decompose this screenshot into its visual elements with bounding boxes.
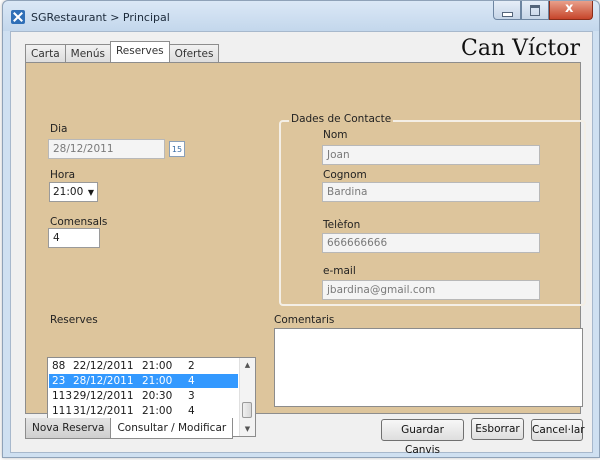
chevron-down-icon: ▼ xyxy=(87,188,94,197)
reserve-time: 21:00 xyxy=(142,360,173,372)
list-item[interactable]: 88 22/12/2011 21:00 2 xyxy=(49,359,238,373)
cognom-field[interactable]: Bardina xyxy=(322,182,540,202)
reserve-time: 20:30 xyxy=(142,390,173,402)
scroll-up-icon[interactable]: ▲ xyxy=(240,358,255,372)
nom-field[interactable]: Joan xyxy=(322,145,540,165)
tab-carta[interactable]: Carta xyxy=(25,44,66,63)
tab-menus[interactable]: Menús xyxy=(64,44,111,63)
tab-ofertes[interactable]: Ofertes xyxy=(168,44,220,63)
main-tabs: Carta Menús Reserves Ofertes xyxy=(25,41,220,63)
bottom-tabs: Nova Reserva Consultar / Modificar xyxy=(25,418,234,439)
list-scrollbar[interactable]: ▲ ▼ xyxy=(239,358,255,436)
email-field[interactable]: jbardina@gmail.com xyxy=(322,280,540,300)
tab-nova-reserva[interactable]: Nova Reserva xyxy=(25,418,112,439)
reserve-date: 22/12/2011 xyxy=(73,360,134,372)
hora-dropdown[interactable]: 21:00 ▼ xyxy=(49,182,98,202)
list-item[interactable]: 111 31/12/2011 21:00 4 xyxy=(49,404,238,418)
close-icon: x xyxy=(565,1,574,16)
comensals-label: Comensals xyxy=(50,216,108,228)
app-window: SGRestaurant > Principal x Can Víctor Ca… xyxy=(2,0,600,458)
minimize-icon xyxy=(502,12,513,17)
cancel-button[interactable]: Cancel·lar xyxy=(531,419,585,441)
reserve-date: 28/12/2011 xyxy=(73,375,134,387)
dia-date-field[interactable]: 28/12/2011 xyxy=(48,139,165,159)
close-button[interactable]: x xyxy=(549,1,593,20)
list-item[interactable]: 113 29/12/2011 20:30 3 xyxy=(49,389,238,403)
telefon-label: Telèfon xyxy=(323,219,361,231)
comentaris-label: Comentaris xyxy=(274,314,335,326)
restaurant-name: Can Víctor xyxy=(461,36,580,61)
reserve-pax: 3 xyxy=(188,390,195,402)
reserve-date: 31/12/2011 xyxy=(73,405,134,417)
scroll-down-icon[interactable]: ▼ xyxy=(240,422,255,436)
delete-button[interactable]: Esborrar xyxy=(471,418,524,440)
dia-label: Dia xyxy=(50,123,68,135)
reserves-label: Reserves xyxy=(50,314,98,326)
client-area: Can Víctor Carta Menús Reserves Ofertes … xyxy=(10,31,593,456)
save-changes-button[interactable]: Guardar Canvis xyxy=(381,419,464,456)
reserve-time: 21:00 xyxy=(142,405,173,417)
title-bar[interactable]: SGRestaurant > Principal x xyxy=(3,1,599,31)
reserve-pax: 4 xyxy=(188,405,195,417)
reserve-time: 21:00 xyxy=(142,375,173,387)
app-icon xyxy=(11,10,25,24)
contact-group-title: Dades de Contacte xyxy=(289,113,394,125)
maximize-button[interactable] xyxy=(521,1,549,20)
reserve-id: 23 xyxy=(52,375,66,387)
email-label: e-mail xyxy=(323,265,356,277)
comentaris-textarea[interactable] xyxy=(274,328,583,407)
reserve-id: 88 xyxy=(52,360,66,372)
list-item[interactable]: 23 28/12/2011 21:00 4 xyxy=(49,374,238,388)
window-title: SGRestaurant > Principal xyxy=(31,11,170,24)
tab-reserves[interactable]: Reserves xyxy=(109,41,170,63)
reserve-date: 29/12/2011 xyxy=(73,390,134,402)
reserve-id: 111 xyxy=(52,405,73,417)
comensals-input[interactable]: 4 xyxy=(48,228,100,248)
nom-label: Nom xyxy=(323,129,348,141)
tab-consultar-modificar[interactable]: Consultar / Modificar xyxy=(110,418,234,439)
hora-value: 21:00 xyxy=(53,186,84,198)
scroll-thumb[interactable] xyxy=(242,402,252,418)
minimize-button[interactable] xyxy=(493,1,521,20)
reserve-pax: 4 xyxy=(188,375,195,387)
calendar-icon[interactable]: 15 xyxy=(169,141,185,157)
maximize-icon xyxy=(530,5,540,16)
telefon-field[interactable]: 666666666 xyxy=(322,233,540,253)
hora-label: Hora xyxy=(50,169,76,181)
cognom-label: Cognom xyxy=(323,169,367,181)
reserve-id: 113 xyxy=(52,390,73,402)
reserve-pax: 2 xyxy=(188,360,195,372)
